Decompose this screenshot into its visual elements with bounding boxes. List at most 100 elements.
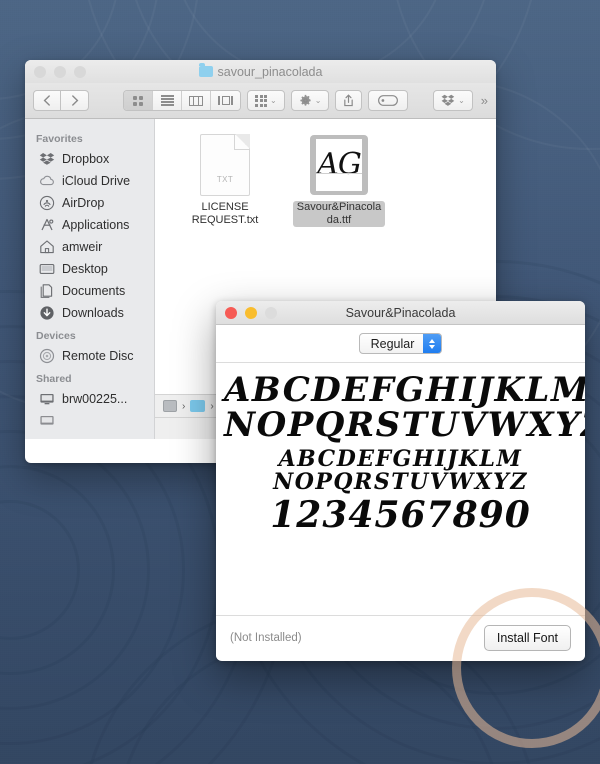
fontbook-zoom-button[interactable] (265, 306, 277, 319)
home-icon (40, 240, 54, 254)
share-icon (344, 94, 354, 107)
sidebar-item-downloads[interactable]: Downloads (25, 302, 154, 324)
dropbox-toolbar-button[interactable]: ⌄ (433, 90, 473, 111)
sidebar-item-label: brw00225... (62, 392, 128, 406)
sidebar-item-airdrop[interactable]: AirDrop (25, 192, 154, 214)
column-view-button[interactable] (182, 91, 211, 110)
share-button[interactable] (335, 90, 363, 111)
sidebar-item-label: amweir (62, 240, 103, 254)
finder-zoom-button[interactable] (74, 65, 86, 78)
back-button[interactable] (33, 90, 61, 111)
sidebar-item-partial[interactable] (25, 410, 154, 432)
chevron-down-icon: ⌄ (270, 96, 277, 105)
install-status-text: (Not Installed) (230, 632, 302, 644)
finder-title-text: savour_pinacolada (217, 64, 323, 79)
file-label: Savour&Pinacolada.ttf (293, 201, 385, 227)
tag-icon (378, 95, 399, 106)
sidebar-section-favorites-header: Favorites (36, 133, 83, 145)
finder-minimize-button[interactable] (54, 65, 66, 78)
specimen-line: ABCDEFGHIJKLM (224, 370, 585, 410)
display-icon (40, 394, 54, 405)
font-file-icon: AG (310, 135, 368, 195)
sidebar-item-label: Dropbox (62, 152, 110, 166)
arrange-grid-icon (255, 94, 267, 107)
file-item-savour-pinacolada[interactable]: AG Savour&Pinacolada.ttf (293, 133, 385, 227)
airdrop-icon (39, 195, 55, 211)
chevron-down-icon: ⌄ (314, 96, 322, 105)
fontbook-minimize-button[interactable] (245, 306, 257, 319)
action-menu-button[interactable]: ⌄ (290, 90, 330, 111)
tag-button[interactable] (368, 90, 409, 111)
sidebar-section-shared-header: Shared (36, 373, 72, 385)
list-icon (160, 94, 174, 108)
sidebar-item-icloud-drive[interactable]: iCloud Drive (25, 170, 154, 192)
stepper-arrows-icon[interactable] (423, 334, 442, 353)
view-mode-segmented-control[interactable] (123, 90, 241, 111)
file-item-license-request[interactable]: TXT LICENSE REQUEST.txt (179, 133, 271, 227)
folder-icon[interactable] (190, 400, 206, 412)
coverflow-view-button[interactable] (211, 91, 240, 110)
finder-close-button[interactable] (34, 65, 46, 78)
sidebar-item-label: Documents (62, 284, 126, 298)
finder-title: savour_pinacolada (25, 63, 496, 79)
downloads-icon (40, 306, 54, 320)
fontbook-window-controls[interactable] (216, 306, 277, 319)
specimen-line: NOPQRSTUVWXYZ (273, 468, 528, 495)
dropbox-icon (441, 94, 455, 106)
sidebar-item-label: Downloads (62, 306, 124, 320)
disc-icon (39, 348, 55, 364)
applications-icon (41, 218, 54, 231)
file-thumbnail: AG (307, 133, 371, 197)
font-preview-glyphs: AG (317, 147, 362, 182)
sidebar-item-dropbox[interactable]: Dropbox (25, 148, 154, 170)
file-label: LICENSE REQUEST.txt (191, 201, 259, 226)
sidebar-item-documents[interactable]: Documents (25, 280, 154, 302)
sidebar-item-applications[interactable]: Applications (25, 214, 154, 236)
sidebar-item-label: Remote Disc (62, 349, 134, 363)
sidebar-item-brw00225[interactable]: brw00225... (25, 388, 154, 410)
font-specimen-preview: ABCDEFGHIJKLM NOPQRSTUVWXYZ ABCDEFGHIJKL… (216, 363, 585, 615)
sidebar-item-label: Desktop (62, 262, 108, 276)
arrange-by-button[interactable]: ⌄ (247, 90, 285, 111)
list-view-button[interactable] (153, 91, 182, 110)
desktop-icon (39, 264, 55, 274)
grid-icon (133, 95, 143, 106)
sidebar-item-label: iCloud Drive (62, 174, 131, 188)
gear-icon (300, 94, 311, 106)
specimen-line: NOPQRSTUVWXYZ (224, 404, 585, 445)
icon-view-button[interactable] (124, 91, 153, 110)
sidebar-item-desktop[interactable]: Desktop (25, 258, 154, 280)
path-separator: › (182, 400, 186, 412)
font-style-popup-button[interactable]: Regular (358, 333, 443, 354)
folder-icon (198, 63, 213, 77)
disk-icon[interactable] (163, 400, 177, 412)
sidebar-item-label: Applications (62, 218, 130, 232)
font-style-bar: Regular (216, 325, 585, 363)
finder-window-controls[interactable] (25, 65, 86, 78)
fontbook-close-button[interactable] (225, 306, 237, 319)
fontbook-preview-window[interactable]: Savour&Pinacolada Regular ABCDEFGHIJKLM … (216, 301, 585, 661)
file-thumbnail: TXT (193, 133, 257, 197)
finder-titlebar[interactable]: savour_pinacolada (25, 60, 496, 83)
install-font-button[interactable]: Install Font (483, 625, 571, 651)
coverflow-icon (218, 96, 233, 105)
specimen-line: ABCDEFGHIJKLM (278, 446, 523, 473)
font-style-value: Regular (370, 336, 415, 351)
sidebar-item-label: AirDrop (62, 196, 105, 210)
sidebar-section-devices-header: Devices (36, 330, 76, 342)
finder-toolbar[interactable]: ⌄ ⌄ ⌄ » (25, 83, 496, 119)
forward-button[interactable] (61, 90, 89, 111)
toolbar-overflow-button[interactable]: » (481, 93, 488, 108)
documents-icon (40, 284, 53, 298)
navigation-buttons[interactable] (33, 90, 89, 111)
path-separator: › (210, 400, 214, 412)
finder-sidebar[interactable]: Favorites Dropbox iCloud Drive AirDrop A… (25, 119, 155, 439)
fontbook-title-text: Savour&Pinacolada (345, 305, 456, 320)
fontbook-titlebar[interactable]: Savour&Pinacolada (216, 301, 585, 325)
sidebar-item-amweir[interactable]: amweir (25, 236, 154, 258)
columns-icon (189, 95, 203, 106)
sidebar-item-remote-disc[interactable]: Remote Disc (25, 345, 154, 367)
file-grid: TXT LICENSE REQUEST.txt AG Savour&Pinaco… (155, 133, 496, 227)
fontbook-bottom-bar: (Not Installed) Install Font (216, 615, 585, 660)
chevron-down-icon: ⌄ (458, 96, 465, 105)
